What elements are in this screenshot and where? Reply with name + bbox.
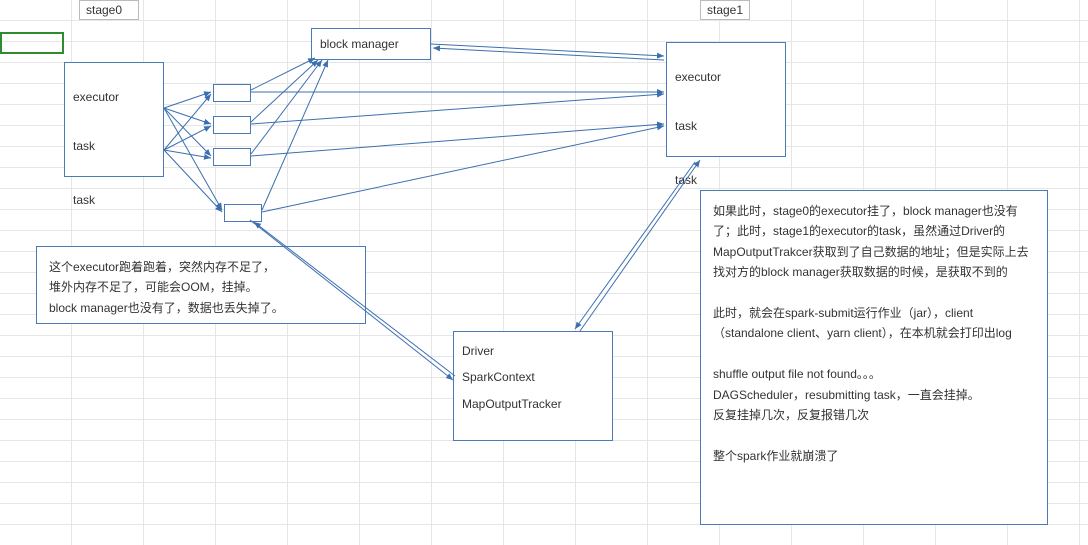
driver-line2: SparkContext: [462, 364, 604, 390]
executor-left-task1: task: [73, 137, 155, 156]
diagram-canvas: stage0 stage1 executor task task block m…: [0, 0, 1088, 545]
block-manager: block manager: [311, 28, 431, 60]
executor-left-task2: task: [73, 191, 155, 210]
stage1-label: stage1: [700, 0, 750, 20]
note-right: 如果此时，stage0的executor挂了，block manager也没有了…: [700, 190, 1048, 525]
shuffle-block-4: [224, 204, 262, 222]
executor-right: executor task task: [666, 42, 786, 157]
executor-right-title: executor: [675, 68, 777, 87]
shuffle-block-3: [213, 148, 251, 166]
shuffle-block-1: [213, 84, 251, 102]
driver-box: Driver SparkContext MapOutputTracker: [453, 331, 613, 441]
note-left: 这个executor跑着跑着，突然内存不足了， 堆外内存不足了，可能会OOM，挂…: [36, 246, 366, 324]
driver-line3: MapOutputTracker: [462, 391, 604, 417]
selected-cell: [0, 32, 64, 54]
executor-left-title: executor: [73, 88, 155, 107]
stage0-label: stage0: [79, 0, 139, 20]
executor-right-task1: task: [675, 117, 777, 136]
driver-line1: Driver: [462, 338, 604, 364]
shuffle-block-2: [213, 116, 251, 134]
executor-right-task2: task: [675, 171, 777, 190]
block-manager-label: block manager: [320, 37, 399, 51]
executor-left: executor task task: [64, 62, 164, 177]
